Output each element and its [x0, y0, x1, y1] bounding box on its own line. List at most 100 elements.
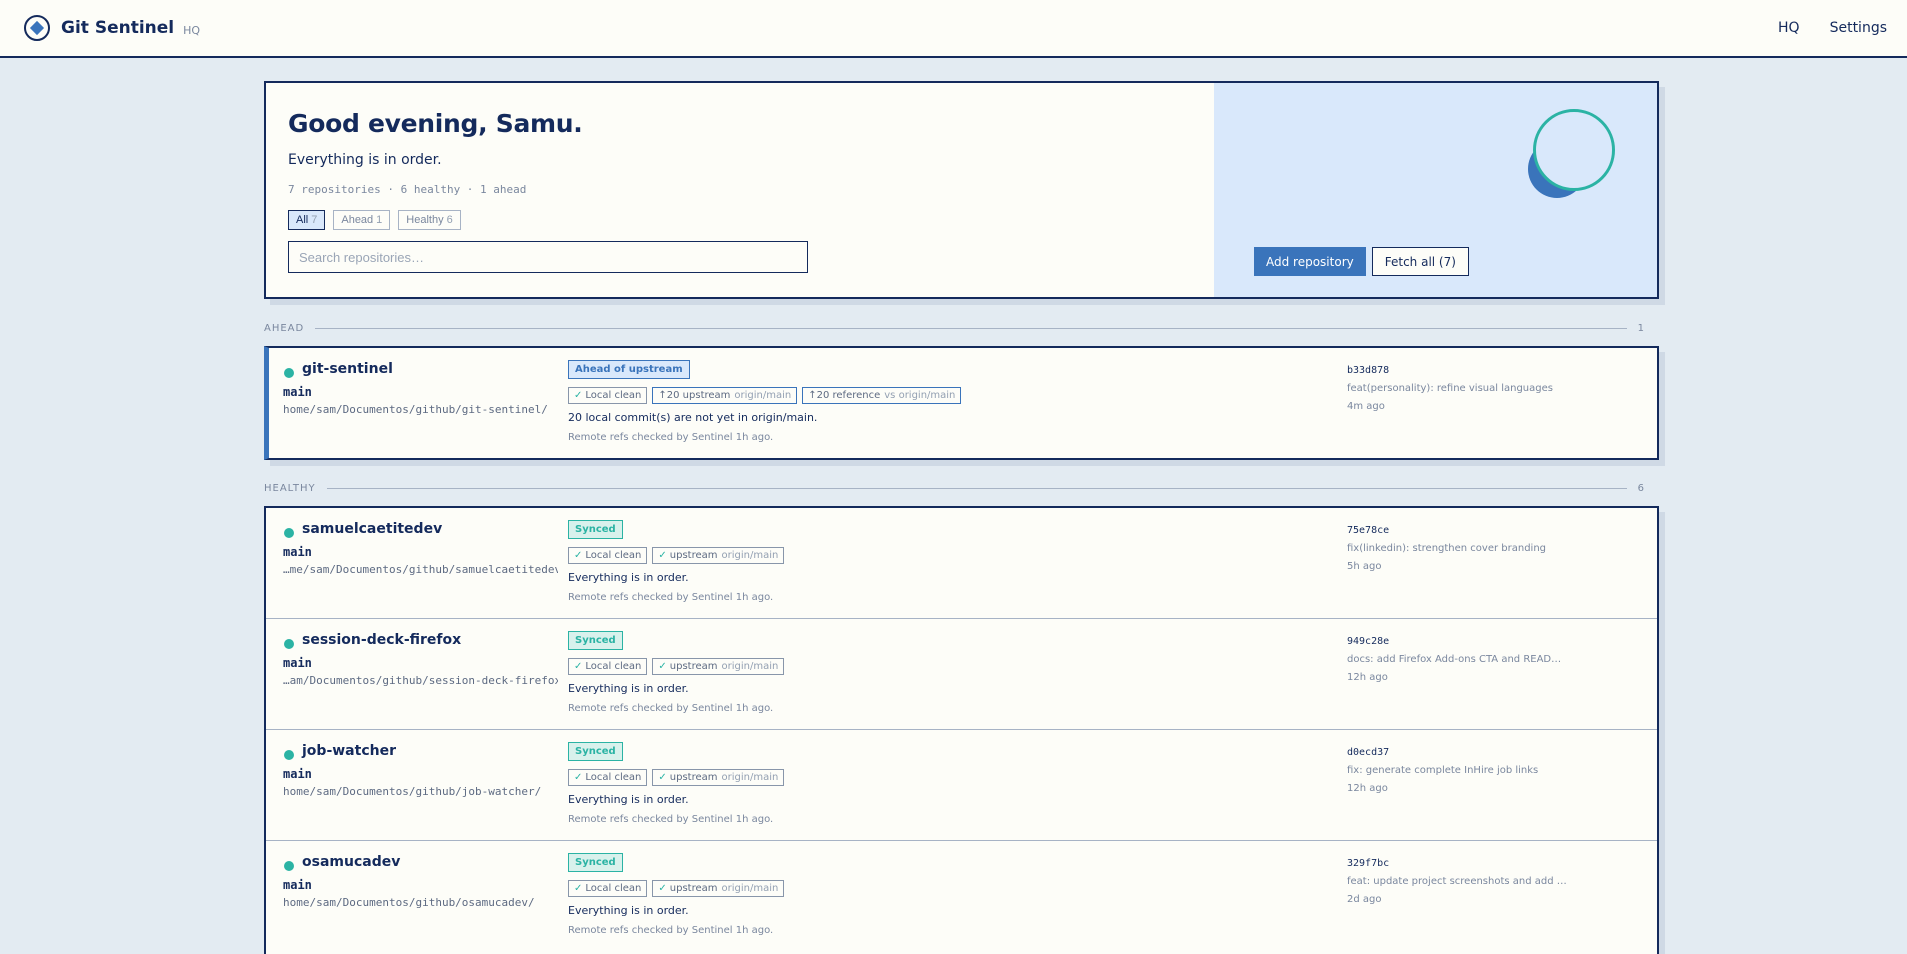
commit-sha: b33d878: [1347, 365, 1390, 376]
chip-label: Local clean: [585, 390, 642, 401]
fetch-all-button[interactable]: Fetch all (7): [1371, 247, 1469, 276]
reference-chip: ↑20 reference vs origin/main: [802, 387, 962, 404]
overall-status: Everything is in order.: [288, 152, 442, 168]
filter-count: 1: [376, 214, 383, 226]
hero-panel: Good evening, Samu. Everything is in ord…: [264, 81, 1659, 299]
commit-age: 12h ago: [1347, 783, 1388, 794]
chip-label: upstream: [669, 883, 718, 894]
section-count: 6: [1637, 483, 1645, 494]
main-nav: HQ Settings: [1778, 20, 1887, 36]
commit-message: fix: generate complete InHire job links: [1347, 765, 1539, 776]
local-clean-chip: ✓ Local clean: [568, 547, 648, 564]
commit-age: 5h ago: [1347, 561, 1382, 572]
filter-all-button[interactable]: All 7: [288, 210, 326, 230]
chip-ref: origin/main: [734, 390, 792, 401]
status-badge: Synced: [568, 520, 623, 539]
commit-age: 4m ago: [1347, 401, 1385, 412]
repo-path: …me/sam/Documentos/github/samuelcaetited…: [283, 563, 558, 576]
hero-actions: Add repository Fetch all (7): [1254, 247, 1469, 276]
upstream-chip: ✓ upstream origin/main: [652, 547, 785, 564]
repo-row[interactable]: job-watcher main home/sam/Documentos/git…: [266, 730, 1657, 841]
status-chips: ✓ Local clean ✓ upstream origin/main: [568, 547, 785, 564]
repo-row[interactable]: git-sentinel main home/sam/Documentos/gi…: [269, 348, 1657, 458]
status-badge: Synced: [568, 742, 623, 761]
chip-label: Local clean: [585, 772, 642, 783]
check-icon: ✓: [658, 550, 667, 561]
local-clean-chip: ✓ Local clean: [568, 658, 648, 675]
commit-sha: d0ecd37: [1347, 747, 1390, 758]
checked-note: Remote refs checked by Sentinel 1h ago.: [568, 592, 774, 603]
local-clean-chip: ✓ Local clean: [568, 880, 648, 897]
status-dot-icon: [284, 639, 294, 649]
section-count: 1: [1637, 323, 1645, 334]
chip-ref: origin/main: [721, 550, 779, 561]
check-icon: ✓: [574, 550, 583, 561]
check-icon: ✓: [574, 883, 583, 894]
repo-row[interactable]: samuelcaetitedev main …me/sam/Documentos…: [266, 508, 1657, 619]
commit-message: feat: update project screenshots and add…: [1347, 876, 1567, 887]
filter-count: 6: [446, 214, 453, 226]
brand-title: Git Sentinel: [61, 18, 175, 38]
section-title: HEALTHY: [264, 483, 316, 494]
nav-settings-link[interactable]: Settings: [1830, 20, 1887, 36]
section-divider: [315, 328, 1627, 329]
status-message: Everything is in order.: [568, 904, 689, 917]
filter-group: All 7 Ahead 1 Healthy 6: [288, 210, 1192, 230]
hero-side: Add repository Fetch all (7): [1214, 83, 1657, 297]
check-icon: ✓: [658, 772, 667, 783]
repo-summary: 7 repositories · 6 healthy · 1 ahead: [288, 183, 527, 196]
section-title: AHEAD: [264, 323, 305, 334]
hero-content: Good evening, Samu. Everything is in ord…: [266, 83, 1214, 297]
commit-age: 12h ago: [1347, 672, 1388, 683]
local-clean-chip: ✓ Local clean: [568, 769, 648, 786]
chip-label: Local clean: [585, 661, 642, 672]
search-input[interactable]: [288, 241, 808, 273]
section-ahead-header: AHEAD 1: [264, 323, 1659, 334]
check-icon: ✓: [658, 661, 667, 672]
chip-ref: origin/main: [721, 883, 779, 894]
commit-message: fix(linkedin): strengthen cover branding: [1347, 543, 1547, 554]
repo-name[interactable]: session-deck-firefox: [302, 632, 461, 648]
status-badge: Synced: [568, 853, 623, 872]
add-repository-button[interactable]: Add repository: [1254, 247, 1366, 276]
branch-name: main: [283, 878, 312, 892]
repo-row[interactable]: session-deck-firefox main …am/Documentos…: [266, 619, 1657, 730]
chip-label: upstream: [669, 550, 718, 561]
repo-name[interactable]: osamucadev: [302, 854, 400, 870]
check-icon: ✓: [574, 390, 583, 401]
repo-path: …am/Documentos/github/session-deck-firef…: [283, 674, 558, 687]
commit-sha: 75e78ce: [1347, 525, 1390, 536]
status-chips: ✓ Local clean ✓ upstream origin/main: [568, 658, 785, 675]
commit-age: 2d ago: [1347, 894, 1382, 905]
section-healthy-header: HEALTHY 6: [264, 483, 1659, 494]
filter-label: Ahead: [341, 214, 374, 226]
status-chips: ✓ Local clean ✓ upstream origin/main: [568, 880, 785, 897]
filter-healthy-button[interactable]: Healthy 6: [398, 210, 461, 230]
chip-label: Local clean: [585, 883, 642, 894]
chip-label: upstream: [669, 772, 718, 783]
chip-label: upstream: [669, 661, 718, 672]
logo-icon: [24, 15, 50, 41]
status-dot-icon: [284, 750, 294, 760]
status-message: Everything is in order.: [568, 571, 689, 584]
checked-note: Remote refs checked by Sentinel 1h ago.: [568, 432, 774, 443]
repo-name[interactable]: job-watcher: [302, 743, 396, 759]
repo-name[interactable]: samuelcaetitedev: [302, 521, 442, 537]
status-badge: Ahead of upstream: [568, 360, 690, 379]
repo-row[interactable]: osamucadev main home/sam/Documentos/gith…: [266, 841, 1657, 952]
chip-ref: origin/main: [721, 772, 779, 783]
greeting-title: Good evening, Samu.: [288, 109, 583, 138]
chip-ref: origin/main: [721, 661, 779, 672]
upstream-chip: ✓ upstream origin/main: [652, 658, 785, 675]
upstream-chip: ↑20 upstream origin/main: [652, 387, 798, 404]
chip-ref: vs origin/main: [884, 390, 956, 401]
branch-name: main: [283, 385, 312, 399]
filter-ahead-button[interactable]: Ahead 1: [333, 210, 391, 230]
ahead-repo-card: git-sentinel main home/sam/Documentos/gi…: [264, 346, 1659, 460]
status-message: Everything is in order.: [568, 793, 689, 806]
repo-name[interactable]: git-sentinel: [302, 361, 393, 377]
commit-message: docs: add Firefox Add-ons CTA and READ…: [1347, 654, 1562, 665]
nav-hq-link[interactable]: HQ: [1778, 20, 1800, 36]
filter-label: Healthy: [406, 214, 444, 226]
status-badge: Synced: [568, 631, 623, 650]
